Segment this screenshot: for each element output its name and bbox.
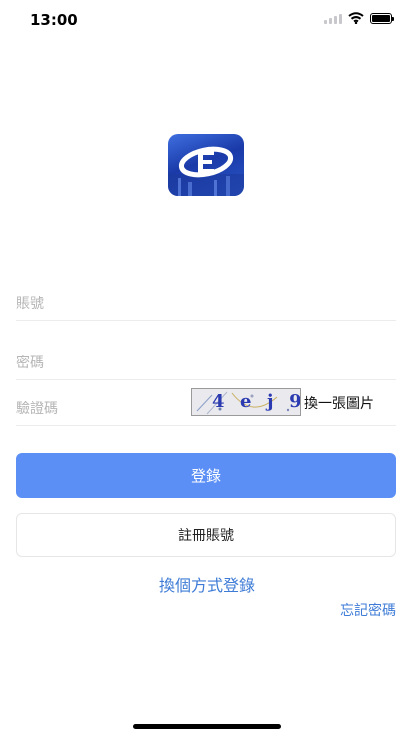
captcha-input[interactable] <box>16 401 186 417</box>
status-time: 13:00 <box>30 11 78 29</box>
wifi-icon <box>348 12 364 24</box>
refresh-captcha-link[interactable]: 換一張圖片 <box>304 393 374 413</box>
account-field <box>16 276 396 321</box>
forgot-password-link[interactable]: 忘記密碼 <box>340 600 396 620</box>
status-icons <box>324 12 394 24</box>
captcha-image[interactable]: 4 e j 9 <box>191 388 301 416</box>
switch-login-method-link[interactable]: 換個方式登錄 <box>0 572 414 596</box>
password-input[interactable] <box>16 355 186 371</box>
home-indicator[interactable] <box>133 724 281 729</box>
account-input[interactable] <box>16 296 186 312</box>
logo-emblem-icon <box>168 146 244 196</box>
register-button[interactable]: 註冊賬號 <box>16 513 396 557</box>
battery-icon <box>370 12 394 24</box>
login-button[interactable]: 登錄 <box>16 453 396 498</box>
captcha-text: 4 e j 9 <box>212 391 301 412</box>
password-field <box>16 335 396 380</box>
cellular-signal-icon <box>324 13 342 24</box>
status-bar: 13:00 <box>0 0 414 40</box>
app-logo <box>168 134 244 196</box>
